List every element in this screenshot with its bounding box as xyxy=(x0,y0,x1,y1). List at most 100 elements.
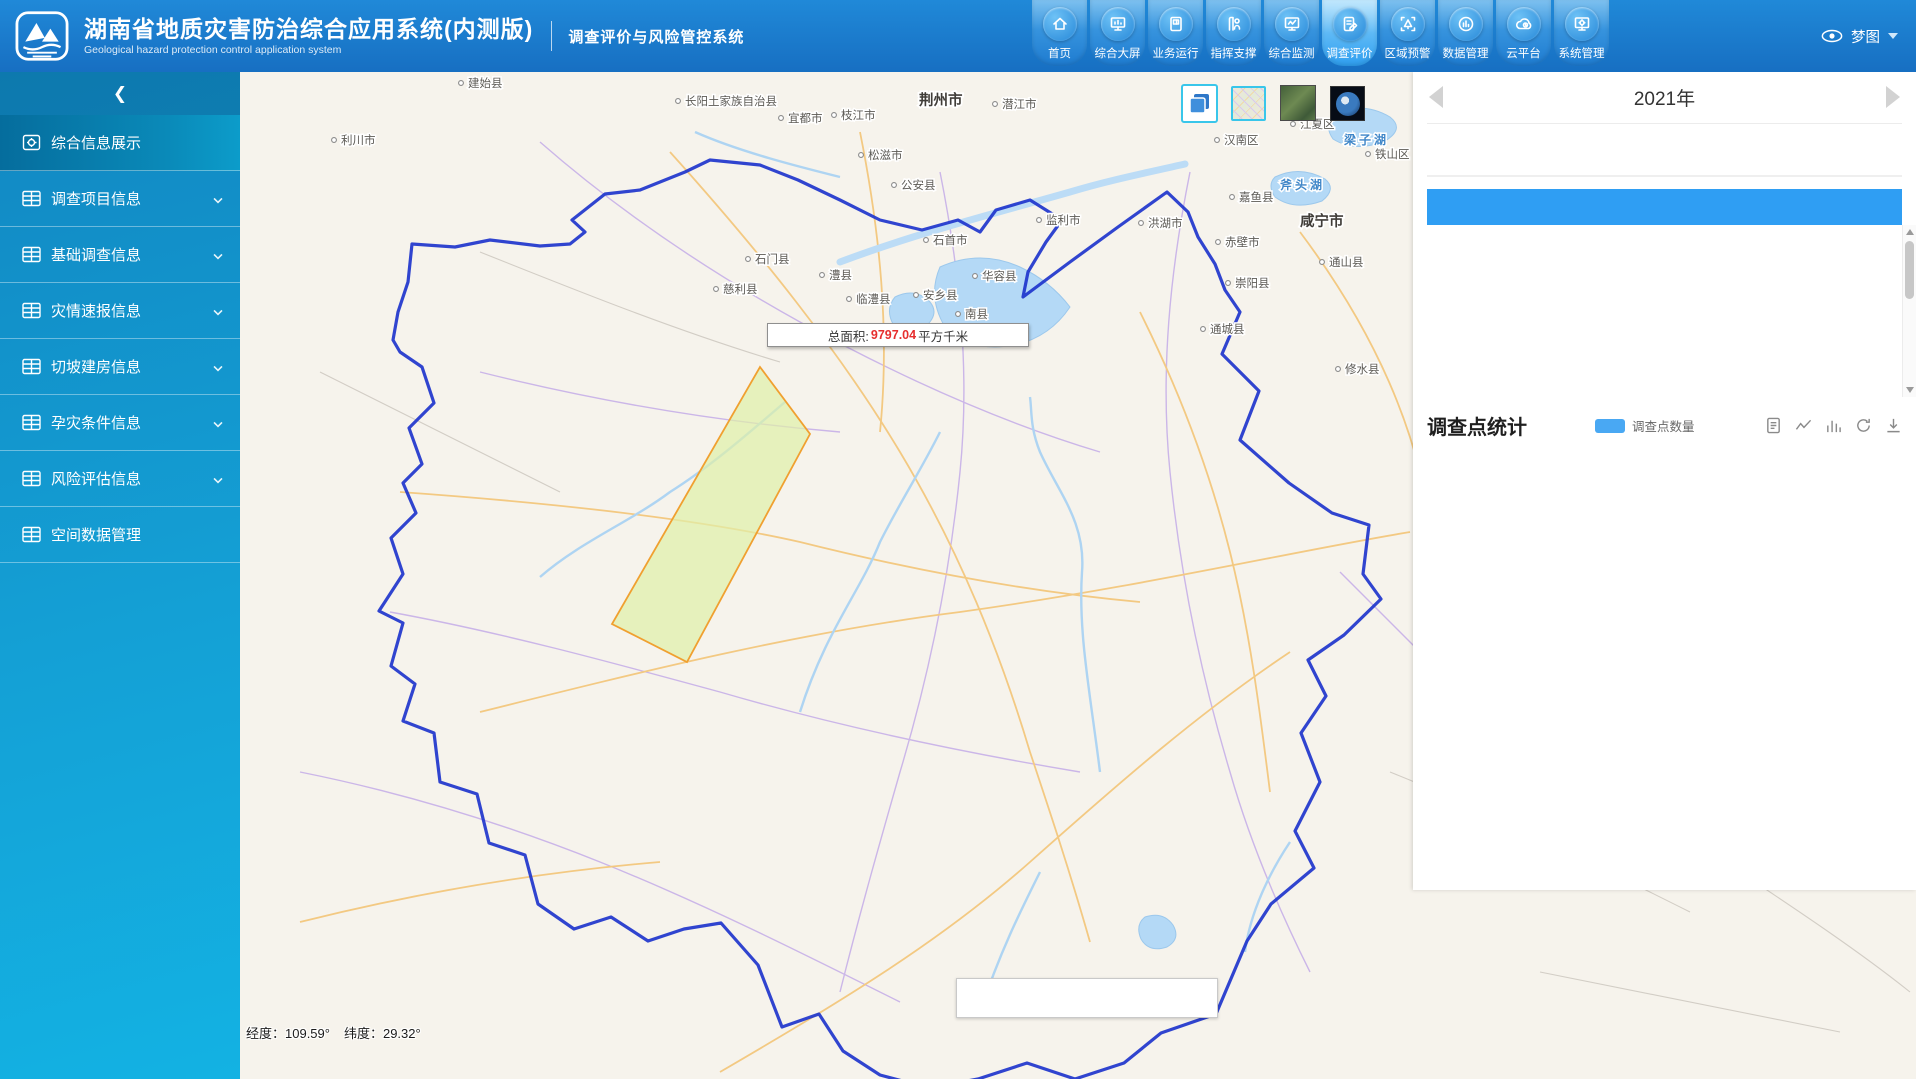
app-logo-icon xyxy=(14,10,70,62)
sidebar: ❮ 综合信息展示调查项目信息基础调查信息灾情速报信息切坡建房信息孕灾条件信息风险… xyxy=(0,72,240,1079)
map-label: 南县 xyxy=(965,307,988,321)
map-label: 崇阳县 xyxy=(1235,277,1270,290)
survey-point-chart-section: 调查点统计 调查点数量 xyxy=(1427,411,1902,677)
sidebar-item-label: 综合信息展示 xyxy=(51,132,141,153)
map-label: 修水县 xyxy=(1345,362,1380,376)
sidebar-item-7[interactable]: 风险评估信息 xyxy=(0,451,240,507)
map-label: 铁山区 xyxy=(1375,148,1410,161)
nav-item-warning[interactable]: 区域预警 xyxy=(1380,0,1435,66)
chart-title: 调查点统计 xyxy=(1427,411,1527,440)
user-box[interactable]: 梦图 xyxy=(1821,0,1898,72)
map-label: 赤壁市 xyxy=(1225,235,1260,249)
chart-toolbar xyxy=(1765,417,1902,434)
table-icon xyxy=(22,358,41,375)
layer-switcher-button[interactable] xyxy=(1181,84,1218,123)
globe-layer-button[interactable] xyxy=(1330,86,1365,121)
nav-label: 云平台 xyxy=(1506,45,1541,61)
sidebar-item-5[interactable]: 切坡建房信息 xyxy=(0,339,240,395)
table-icon xyxy=(22,246,41,263)
map-label: 安乡县 xyxy=(923,288,958,302)
nav-label: 首页 xyxy=(1048,45,1071,61)
map-label: 斧头湖 xyxy=(1280,177,1325,192)
map-label: 临澧县 xyxy=(856,292,891,306)
sidebar-collapse-button[interactable]: ❮ xyxy=(0,72,240,115)
nav-item-system[interactable]: 系统管理 xyxy=(1554,0,1609,66)
bar-chart-icon[interactable] xyxy=(1825,417,1842,434)
line-chart-icon[interactable] xyxy=(1795,417,1812,434)
chevron-down-icon xyxy=(213,362,222,371)
home-icon xyxy=(1043,7,1077,41)
map-label: 建始县 xyxy=(468,76,503,90)
title-block: 湖南省地质灾害防治综合应用系统(内测版) Geological hazard p… xyxy=(84,16,533,57)
sidebar-item-8[interactable]: 空间数据管理 xyxy=(0,507,240,563)
data-view-icon[interactable] xyxy=(1765,417,1782,434)
satellite-layer-button[interactable] xyxy=(1280,85,1316,121)
map-label: 嘉鱼县 xyxy=(1239,190,1274,204)
sidebar-item-6[interactable]: 孕灾条件信息 xyxy=(0,395,240,451)
map-label: 华容县 xyxy=(982,269,1017,283)
year-next-arrow[interactable] xyxy=(1886,86,1900,108)
system-icon xyxy=(1565,7,1599,41)
chevron-down-icon xyxy=(213,306,222,315)
sidebar-menu: 综合信息展示调查项目信息基础调查信息灾情速报信息切坡建房信息孕灾条件信息风险评估… xyxy=(0,115,240,563)
download-icon[interactable] xyxy=(1885,417,1902,434)
scrollbar-thumb[interactable] xyxy=(1905,241,1914,299)
map-label: 荆州市 xyxy=(919,91,963,109)
table-icon xyxy=(22,470,41,487)
nav-item-monitor[interactable]: 综合监测 xyxy=(1264,0,1319,66)
nav-label: 调查评价 xyxy=(1327,45,1373,61)
nav-item-command[interactable]: 指挥支撑 xyxy=(1206,0,1261,66)
table-icon xyxy=(22,302,41,319)
map-label: 洪湖市 xyxy=(1148,216,1183,230)
sidebar-item-1[interactable]: 综合信息展示 xyxy=(0,115,240,171)
statistics-panel: 2021年 调查点统计 调查点数量 xyxy=(1413,72,1916,890)
eye-icon xyxy=(1821,29,1843,43)
survey-bar-chart xyxy=(1427,440,1902,672)
street-map-layer-button[interactable] xyxy=(1231,86,1266,121)
map-label: 通山县 xyxy=(1329,256,1364,269)
sidebar-item-2[interactable]: 调查项目信息 xyxy=(0,171,240,227)
year-prev-arrow[interactable] xyxy=(1429,86,1443,108)
chevron-down-icon xyxy=(213,474,222,483)
chevron-down-icon xyxy=(213,250,222,259)
table-header xyxy=(1427,189,1902,225)
stat-subtabs xyxy=(1427,175,1902,177)
sidebar-item-label: 孕灾条件信息 xyxy=(51,412,141,433)
nav-label: 业务运行 xyxy=(1153,45,1199,61)
map-label: 石首市 xyxy=(933,233,968,247)
scroll-up-arrow-icon[interactable] xyxy=(1906,229,1914,235)
nav-item-home[interactable]: 首页 xyxy=(1032,0,1087,66)
map-label: 枝江市 xyxy=(841,108,876,122)
table-icon xyxy=(22,526,41,543)
sidebar-item-3[interactable]: 基础调查信息 xyxy=(0,227,240,283)
nav-item-survey[interactable]: 调查评价 xyxy=(1322,0,1377,66)
user-menu-caret-icon xyxy=(1888,33,1898,39)
nav-label: 区域预警 xyxy=(1385,45,1431,61)
table-icon xyxy=(22,414,41,431)
chevron-down-icon xyxy=(213,418,222,427)
table-body xyxy=(1427,225,1902,397)
cursor-coordinates: 经度：109.59° 纬度：29.32° xyxy=(246,1023,421,1042)
map-label: 通城县 xyxy=(1210,323,1245,336)
nav-item-bigscreen[interactable]: 综合大屏 xyxy=(1090,0,1145,66)
nav-label: 综合大屏 xyxy=(1095,45,1141,61)
table-icon xyxy=(22,190,41,207)
sidebar-item-4[interactable]: 灾情速报信息 xyxy=(0,283,240,339)
cloud-icon xyxy=(1507,7,1541,41)
nav-item-data[interactable]: 数据管理 xyxy=(1438,0,1493,66)
table-scrollbar[interactable] xyxy=(1902,225,1916,397)
map-label: 监利市 xyxy=(1046,213,1081,227)
nav-item-business[interactable]: 业务运行 xyxy=(1148,0,1203,66)
nav-item-cloud[interactable]: 云平台 xyxy=(1496,0,1551,66)
scroll-down-arrow-icon[interactable] xyxy=(1906,387,1914,393)
legend-swatch xyxy=(1595,419,1625,433)
command-icon xyxy=(1217,7,1251,41)
refresh-icon[interactable] xyxy=(1855,417,1872,434)
map-label: 澧县 xyxy=(829,268,852,282)
nav-label: 系统管理 xyxy=(1559,45,1605,61)
subsystem-name: 调查评价与风险管控系统 xyxy=(568,26,744,47)
map-label: 梁子湖 xyxy=(1343,132,1389,147)
data-icon xyxy=(1449,7,1483,41)
sidebar-item-label: 空间数据管理 xyxy=(51,524,141,545)
year-selector: 2021年 xyxy=(1427,72,1902,124)
